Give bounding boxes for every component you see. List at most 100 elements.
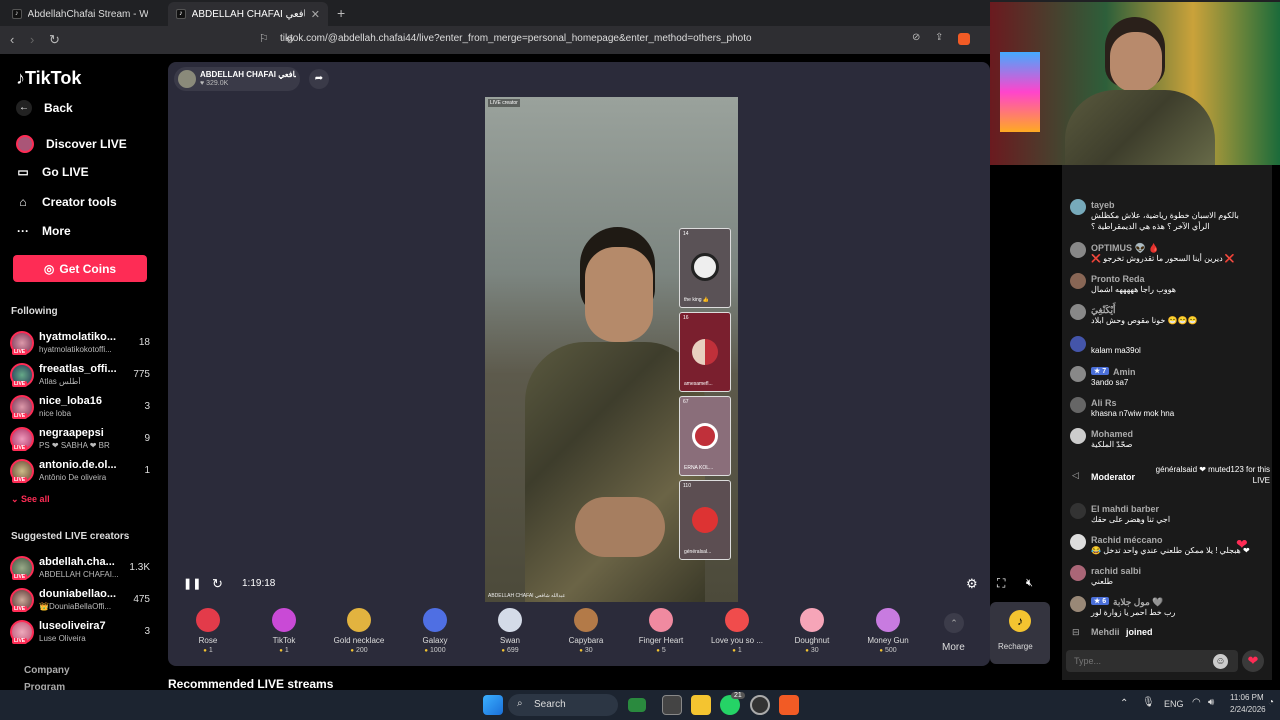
gift-swan[interactable]: Swan699 [475,608,545,654]
guest-tile[interactable]: 110 généralsal... [679,480,731,560]
person-uniform [525,342,705,602]
tiktok-logo[interactable]: ♪TikTok [16,68,81,89]
mute-icon[interactable]: 🔇︎ [1026,577,1033,590]
app-icon[interactable] [750,695,770,715]
sidebar-item-creator-tools[interactable]: ⌂ Creator tools [16,195,116,209]
media-off-icon[interactable]: ⊘ [912,32,920,43]
tab-title: ABDELLAH CHAFAI عبدالله شافعي (@ [191,8,305,20]
sidebar-item-more[interactable]: ··· More [16,224,71,238]
sidebar-item-go-live[interactable]: ▭ Go LIVE [16,165,88,179]
following-item[interactable]: LIVE antonio.de.ol... Antônio De oliveir… [10,459,158,489]
language-indicator[interactable]: ENG [1164,699,1184,709]
live-badge: LIVE [12,349,28,355]
avatar [1070,503,1086,519]
following-item[interactable]: LIVE negraapepsi PS ❤ SABHA ❤ BR 9 [10,427,158,457]
close-tab-icon[interactable]: ✕ [311,8,320,21]
gift-rose[interactable]: Rose1 [173,608,243,654]
suggested-item[interactable]: LIVE douniabellao... 👑DouniaBellaOffi...… [10,588,158,618]
see-all-link[interactable]: ⌄ See all [11,494,50,505]
guest-tile[interactable]: 14 the king 👍 [679,228,731,308]
suggested-title: Suggested LIVE creators [11,531,130,542]
webcam-overlay [990,2,1280,165]
avatar [1070,336,1086,352]
clock-time[interactable]: 11:06 PM [1230,693,1264,702]
new-tab-button[interactable]: + [337,5,345,21]
brave-browser-icon[interactable] [779,695,799,715]
wifi-icon[interactable]: ◠ [1192,697,1201,708]
following-item[interactable]: LIVE hyatmolatiko... hyatmolatikokotoffi… [10,331,158,361]
get-coins-button[interactable]: ◎ Get Coins [13,255,147,282]
suggested-item[interactable]: LIVE abdellah.cha... ABDELLAH CHAFAI... … [10,556,158,586]
heart-icon: ❤ [1236,536,1248,552]
stream-time: 1:19:18 [242,578,276,589]
microphone-icon[interactable]: 🎙︎ [1142,697,1155,708]
recharge-button[interactable]: ♪ Recharge [990,602,1050,664]
gift-capybara[interactable]: Capybara30 [551,608,621,654]
gift-love-you[interactable]: Love you so ...1 [702,608,772,654]
gift-finger-heart[interactable]: Finger Heart5 [626,608,696,654]
live-badge: LIVE [12,574,28,580]
bookmark-icon[interactable]: ⚐ [259,32,269,45]
following-item[interactable]: LIVE freeatlas_offi... Atlas أطلس 775 [10,363,158,393]
host-info[interactable]: ABDELLAH CHAFAI عبدالله شافعي ♥ 329.0K [174,67,300,91]
tiktok-favicon-icon: ♪ [12,9,22,19]
like-heart-button[interactable]: ❤ [1242,650,1264,672]
suggested-item[interactable]: LIVE luseoliveira7 Luse Oliveira 3 [10,620,158,650]
fullscreen-icon[interactable]: ⛶ [997,576,1005,591]
windows-start-icon[interactable] [483,695,503,715]
guest-tile[interactable]: 67 ERNA KOL... [679,396,731,476]
tab-abdellah-profile[interactable]: ♪ ABDELLAH CHAFAI عبدالله شافعي (@ ✕ [168,2,328,26]
avatar [1070,428,1086,444]
share-icon[interactable]: ➦ [309,69,329,89]
chevron-up-icon[interactable]: ⌃ [944,613,964,633]
gift-gold-necklace[interactable]: Gold necklace200 [324,608,394,654]
live-badge: LIVE [12,477,28,483]
avatar [1070,304,1086,320]
sidebar-item-discover-live[interactable]: Discover LIVE [16,135,127,153]
tiktok-gift-icon [272,608,296,632]
company-link[interactable]: Company [24,665,70,676]
avatar [1070,397,1086,413]
clock-date[interactable]: 2/24/2026 [1230,705,1266,714]
coin-icon: ◎ [43,261,55,276]
avatar [692,507,718,533]
back-link[interactable]: ← Back [16,100,73,116]
flag-widget-icon[interactable] [628,698,646,712]
notification-bell-icon[interactable]: ◔ [1268,697,1274,708]
following-item[interactable]: LIVE nice_loba16 nice loba 3 [10,395,158,425]
refresh-icon[interactable]: ↻ [212,576,223,592]
money-gun-icon [876,608,900,632]
tab-abdellah-stream[interactable]: ♪ AbdellahChafai Stream - Watch Live o [4,2,156,26]
task-view-icon[interactable] [662,695,682,715]
settings-icon[interactable]: ⚙ [966,576,978,592]
chevron-up-icon[interactable]: ⌃ [1120,698,1128,709]
chevron-down-icon: ⌄ [11,494,22,504]
back-arrow-icon[interactable]: ‹ [10,32,14,47]
reload-icon[interactable]: ↻ [49,32,60,48]
emoji-icon[interactable]: ☺ [1213,654,1228,669]
gift-doughnut[interactable]: Doughnut30 [777,608,847,654]
volume-icon[interactable]: 🔊︎ [1208,697,1214,708]
ellipsis-icon: ··· [17,224,29,238]
guest-tile[interactable]: 16 amesamefl... [679,312,731,392]
gift-tiktok[interactable]: TikTok1 [249,608,319,654]
capybara-icon [574,608,598,632]
avatar [178,70,196,88]
avatar [1070,596,1086,612]
gift-money-gun[interactable]: Money Gun500 [853,608,923,654]
host-likes: ♥ 329.0K [200,80,229,87]
file-explorer-icon[interactable] [691,695,711,715]
avatar [1070,565,1086,581]
avatar [692,423,718,449]
program-link[interactable]: Program [24,682,65,690]
following-title: Following [11,306,58,317]
gift-galaxy[interactable]: Galaxy1000 [400,608,470,654]
share-icon[interactable]: ⇪ [935,32,943,43]
more-gifts-button[interactable]: More [942,642,965,653]
brave-shield-icon[interactable] [958,33,970,45]
pause-icon[interactable]: ❚❚ [183,577,201,590]
url-text[interactable]: tiktok.com/@abdellah.chafai44/live?enter… [280,33,752,44]
taskbar-search[interactable]: ⌕ Search [508,694,618,716]
forward-arrow-icon[interactable]: › [30,32,34,47]
tiktok-favicon-icon: ♪ [176,9,186,19]
